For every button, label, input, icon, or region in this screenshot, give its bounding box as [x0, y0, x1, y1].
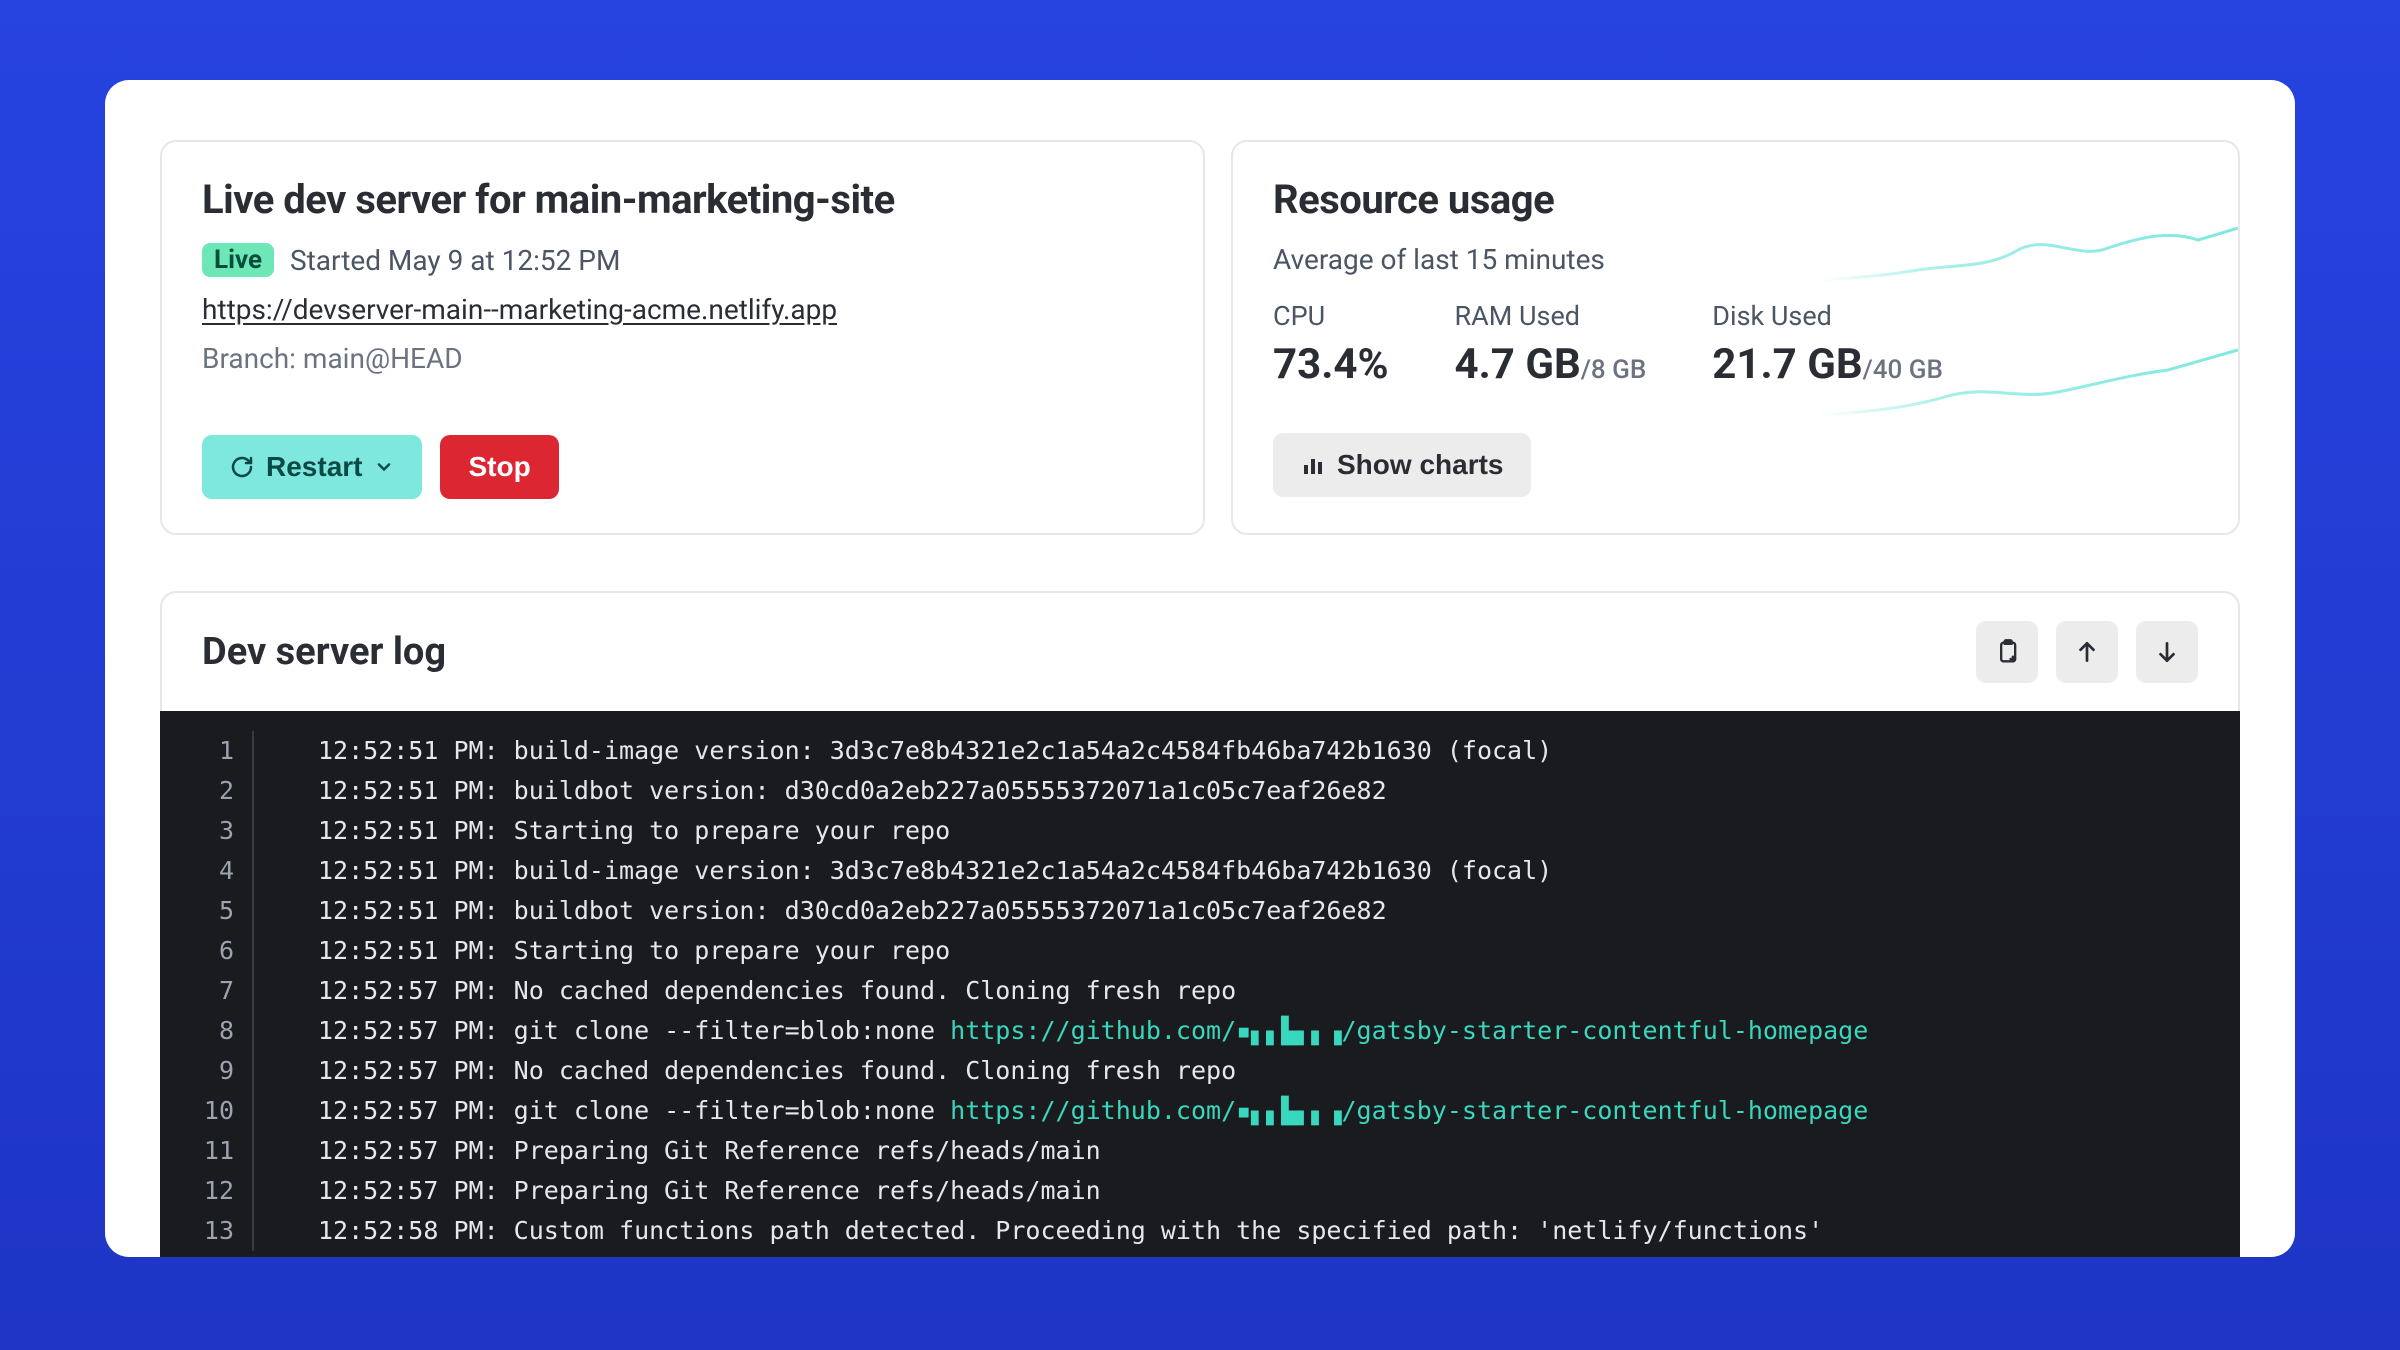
resource-title: Resource usage: [1273, 176, 2198, 223]
line-number: 13: [160, 1211, 254, 1251]
log-text: 12:52:51 PM: buildbot version: d30cd0a2e…: [254, 771, 1387, 811]
cpu-label: CPU: [1273, 300, 1389, 332]
dev-server-card: Live dev server for main-marketing-site …: [160, 140, 1205, 535]
restart-button[interactable]: Restart: [202, 435, 422, 499]
log-body[interactable]: 112:52:51 PM: build-image version: 3d3c7…: [160, 711, 2240, 1257]
log-line: 412:52:51 PM: build-image version: 3d3c7…: [160, 851, 2240, 891]
line-number: 9: [160, 1051, 254, 1091]
server-actions: Restart Stop: [202, 435, 1163, 499]
copy-log-button[interactable]: [1976, 621, 2038, 683]
log-line: 1212:52:57 PM: Preparing Git Reference r…: [160, 1171, 2240, 1211]
ram-total: /8 GB: [1581, 355, 1647, 385]
log-text: 12:52:57 PM: git clone --filter=blob:non…: [254, 1091, 1868, 1131]
line-number: 4: [160, 851, 254, 891]
log-text: 12:52:57 PM: No cached dependencies foun…: [254, 971, 1236, 1011]
line-number: 6: [160, 931, 254, 971]
log-link[interactable]: https://github.com/▪▖▖▙▖▖▗/gatsby-starte…: [950, 1096, 1868, 1125]
log-line: 1012:52:57 PM: git clone --filter=blob:n…: [160, 1091, 2240, 1131]
log-line: 612:52:51 PM: Starting to prepare your r…: [160, 931, 2240, 971]
disk-label: Disk Used: [1712, 300, 1943, 332]
log-header: Dev server log: [160, 591, 2240, 711]
log-text: 12:52:51 PM: Starting to prepare your re…: [254, 811, 950, 851]
line-number: 7: [160, 971, 254, 1011]
disk-value: 21.7 GB: [1712, 340, 1862, 389]
ram-label: RAM Used: [1455, 300, 1647, 332]
resource-subtitle: Average of last 15 minutes: [1273, 243, 2198, 276]
refresh-icon: [230, 455, 254, 479]
log-text: 12:52:51 PM: build-image version: 3d3c7e…: [254, 731, 1552, 771]
log-title: Dev server log: [202, 630, 446, 674]
clipboard-icon: [1993, 638, 2021, 666]
line-number: 1: [160, 731, 254, 771]
ram-value: 4.7 GB: [1455, 340, 1581, 389]
disk-metric: Disk Used 21.7 GB/40 GB: [1712, 300, 1943, 389]
disk-total: /40 GB: [1863, 355, 1943, 385]
started-text: Started May 9 at 12:52 PM: [290, 244, 620, 277]
cpu-value: 73.4%: [1273, 340, 1389, 389]
log-text: 12:52:58 PM: Custom functions path detec…: [254, 1211, 1823, 1251]
restart-label: Restart: [266, 451, 362, 483]
stop-label: Stop: [468, 451, 530, 483]
status-row: Live Started May 9 at 12:52 PM: [202, 243, 1163, 277]
branch-text: Branch: main@HEAD: [202, 342, 1163, 375]
arrow-down-icon: [2154, 639, 2180, 665]
line-number: 10: [160, 1091, 254, 1131]
server-title: Live dev server for main-marketing-site: [202, 176, 1163, 223]
log-link[interactable]: https://github.com/▪▖▖▙▖▖▗/gatsby-starte…: [950, 1016, 1868, 1045]
metrics-row: CPU 73.4% RAM Used 4.7 GB/8 GB Disk Used…: [1273, 300, 2198, 389]
line-number: 8: [160, 1011, 254, 1051]
chevron-down-icon: [374, 457, 394, 477]
log-text: 12:52:57 PM: git clone --filter=blob:non…: [254, 1011, 1868, 1051]
log-text: 12:52:51 PM: buildbot version: d30cd0a2e…: [254, 891, 1387, 931]
scroll-bottom-button[interactable]: [2136, 621, 2198, 683]
log-line: 512:52:51 PM: buildbot version: d30cd0a2…: [160, 891, 2240, 931]
log-actions: [1976, 621, 2198, 683]
dev-server-log-section: Dev server log 112: [160, 591, 2240, 1257]
log-text: 12:52:57 PM: Preparing Git Reference ref…: [254, 1131, 1101, 1171]
show-charts-button[interactable]: Show charts: [1273, 433, 1531, 497]
cpu-metric: CPU 73.4%: [1273, 300, 1389, 389]
show-charts-label: Show charts: [1337, 449, 1503, 481]
server-url-link[interactable]: https://devserver-main--marketing-acme.n…: [202, 293, 837, 326]
main-container: Live dev server for main-marketing-site …: [105, 80, 2295, 1257]
log-text: 12:52:51 PM: build-image version: 3d3c7e…: [254, 851, 1552, 891]
line-number: 2: [160, 771, 254, 811]
line-number: 11: [160, 1131, 254, 1171]
arrow-up-icon: [2074, 639, 2100, 665]
log-text: 12:52:57 PM: No cached dependencies foun…: [254, 1051, 1236, 1091]
live-badge: Live: [202, 243, 274, 277]
log-line: 1312:52:58 PM: Custom functions path det…: [160, 1211, 2240, 1251]
ram-metric: RAM Used 4.7 GB/8 GB: [1455, 300, 1647, 389]
log-line: 1112:52:57 PM: Preparing Git Reference r…: [160, 1131, 2240, 1171]
top-row: Live dev server for main-marketing-site …: [160, 140, 2240, 535]
log-text: 12:52:51 PM: Starting to prepare your re…: [254, 931, 950, 971]
log-text: 12:52:57 PM: Preparing Git Reference ref…: [254, 1171, 1101, 1211]
resource-usage-card: Resource usage Average of last 15 minute…: [1231, 140, 2240, 535]
log-line: 712:52:57 PM: No cached dependencies fou…: [160, 971, 2240, 1011]
log-line: 912:52:57 PM: No cached dependencies fou…: [160, 1051, 2240, 1091]
log-line: 312:52:51 PM: Starting to prepare your r…: [160, 811, 2240, 851]
scroll-top-button[interactable]: [2056, 621, 2118, 683]
stop-button[interactable]: Stop: [440, 435, 558, 499]
line-number: 12: [160, 1171, 254, 1211]
line-number: 3: [160, 811, 254, 851]
line-number: 5: [160, 891, 254, 931]
log-line: 112:52:51 PM: build-image version: 3d3c7…: [160, 731, 2240, 771]
bar-chart-icon: [1301, 453, 1325, 477]
log-line: 212:52:51 PM: buildbot version: d30cd0a2…: [160, 771, 2240, 811]
log-line: 812:52:57 PM: git clone --filter=blob:no…: [160, 1011, 2240, 1051]
